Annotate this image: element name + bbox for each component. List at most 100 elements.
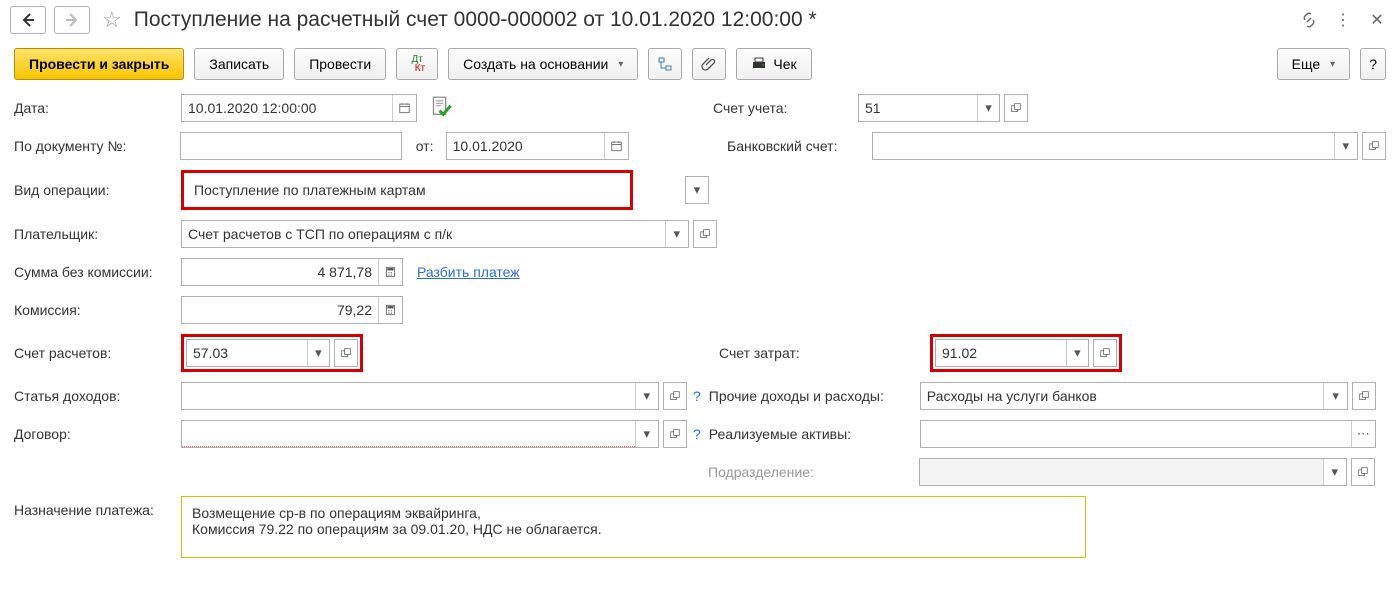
chevron-down-icon: ▾: [985, 100, 992, 116]
check-button[interactable]: Чек: [736, 48, 811, 80]
contract-dropdown-button[interactable]: ▾: [635, 421, 658, 447]
purpose-label: Назначение платежа:: [14, 496, 181, 518]
payer-open-button[interactable]: [693, 220, 717, 248]
bankacct-dropdown-button[interactable]: ▾: [1334, 133, 1357, 159]
account-label: Счет учета:: [713, 100, 858, 116]
acct-settle-input[interactable]: [187, 340, 307, 366]
arrow-left-icon: [20, 12, 36, 28]
payer-label: Плательщик:: [14, 226, 181, 242]
dtkt-button[interactable]: Дт Кт: [396, 48, 438, 80]
bankacct-label: Банковский счет:: [727, 138, 872, 154]
dtkt-icon: Дт Кт: [405, 54, 429, 74]
sum-input[interactable]: [182, 259, 378, 285]
favorite-star-icon[interactable]: ☆: [102, 7, 122, 33]
cost-acct-label: Счет затрат:: [719, 345, 930, 361]
open-icon: [1369, 141, 1379, 151]
assets-more-button[interactable]: ⋯: [1351, 421, 1375, 447]
date-input[interactable]: [182, 95, 392, 121]
dept-dropdown-button[interactable]: ▾: [1323, 459, 1346, 485]
docnum-label: По документу №:: [14, 138, 180, 154]
close-icon[interactable]: ✕: [1364, 7, 1390, 33]
paperclip-icon: [701, 56, 717, 72]
doc-posted-icon: [431, 96, 453, 121]
post-button[interactable]: Провести: [294, 48, 386, 80]
more-button[interactable]: Еще▾: [1277, 48, 1351, 80]
open-icon: [670, 391, 680, 401]
other-label: Прочие доходы и расходы:: [709, 388, 920, 404]
open-icon: [670, 429, 680, 439]
purpose-textarea[interactable]: Возмещение ср-в по операциям эквайринга,…: [181, 496, 1086, 558]
account-dropdown-button[interactable]: ▾: [977, 95, 999, 121]
chevron-down-icon: ▾: [644, 388, 651, 404]
payer-input[interactable]: [182, 221, 665, 247]
contract-input[interactable]: [182, 421, 635, 447]
income-hint-button[interactable]: ?: [693, 388, 701, 404]
split-payment-link[interactable]: Разбить платеж: [417, 264, 520, 280]
docdate-calendar-button[interactable]: [604, 133, 628, 159]
docdate-label: от:: [416, 138, 446, 154]
date-label: Дата:: [14, 100, 181, 116]
assets-label: Реализуемые активы:: [709, 426, 920, 442]
commission-calc-button[interactable]: [378, 297, 402, 323]
date-calendar-button[interactable]: [392, 95, 416, 121]
sum-calc-button[interactable]: [378, 259, 402, 285]
income-dropdown-button[interactable]: ▾: [635, 383, 658, 409]
open-icon: [1359, 391, 1369, 401]
calendar-icon: [399, 101, 410, 115]
bankacct-input[interactable]: [873, 133, 1334, 159]
assets-input[interactable]: [921, 421, 1351, 447]
chevron-down-icon: ▾: [1330, 59, 1335, 70]
kebab-menu-icon[interactable]: ⋮: [1330, 7, 1356, 33]
other-open-button[interactable]: [1352, 382, 1376, 410]
cost-acct-dropdown-button[interactable]: ▾: [1066, 340, 1088, 366]
open-icon: [1100, 348, 1110, 358]
create-based-on-button[interactable]: Создать на основании▾: [448, 48, 638, 80]
calculator-icon: [385, 303, 396, 317]
dept-open-button[interactable]: [1351, 458, 1375, 486]
dept-label: Подразделение:: [708, 464, 919, 480]
write-button[interactable]: Записать: [194, 48, 284, 80]
chevron-down-icon: ▾: [644, 426, 651, 442]
income-input[interactable]: [182, 383, 635, 409]
account-input[interactable]: [859, 95, 977, 121]
open-icon: [341, 348, 351, 358]
open-icon: [1011, 103, 1021, 113]
income-open-button[interactable]: [663, 382, 687, 410]
help-button[interactable]: ?: [1360, 48, 1386, 80]
chevron-down-icon: ▾: [673, 226, 680, 242]
purpose-line-1: Возмещение ср-в по операциям эквайринга,: [192, 505, 1075, 521]
commission-input[interactable]: [182, 297, 378, 323]
attachment-button[interactable]: [692, 48, 726, 80]
optype-dropdown-button[interactable]: ▾: [686, 177, 708, 203]
docdate-input[interactable]: [447, 133, 604, 159]
other-dropdown-button[interactable]: ▾: [1323, 383, 1346, 409]
cost-acct-input[interactable]: [936, 340, 1066, 366]
docnum-input[interactable]: [180, 132, 401, 160]
acct-settle-open-button[interactable]: [334, 339, 358, 367]
structure-button[interactable]: [648, 48, 682, 80]
other-input[interactable]: [921, 383, 1324, 409]
calendar-icon: [611, 139, 622, 153]
acct-settle-dropdown-button[interactable]: ▾: [307, 340, 329, 366]
forward-button[interactable]: [54, 6, 90, 34]
back-button[interactable]: [10, 6, 46, 34]
ellipsis-icon: ⋯: [1357, 426, 1370, 442]
account-open-button[interactable]: [1004, 94, 1028, 122]
arrow-right-icon: [64, 12, 80, 28]
optype-input[interactable]: [186, 175, 628, 205]
contract-label: Договор:: [14, 426, 181, 442]
receipt-printer-icon: [751, 56, 767, 72]
commission-label: Комиссия:: [14, 302, 181, 318]
payer-dropdown-button[interactable]: ▾: [665, 221, 688, 247]
cost-acct-open-button[interactable]: [1093, 339, 1117, 367]
contract-open-button[interactable]: [663, 420, 687, 448]
bankacct-open-button[interactable]: [1362, 132, 1386, 160]
chevron-down-icon: ▾: [1332, 388, 1339, 404]
post-and-close-button[interactable]: Провести и закрыть: [14, 48, 184, 80]
income-label: Статья доходов:: [14, 388, 181, 404]
link-icon[interactable]: [1296, 7, 1322, 33]
acct-settle-highlight: ▾: [181, 334, 363, 372]
contract-hint-button[interactable]: ?: [693, 426, 701, 442]
cost-acct-highlight: ▾: [930, 334, 1122, 372]
dept-input: [920, 459, 1323, 485]
